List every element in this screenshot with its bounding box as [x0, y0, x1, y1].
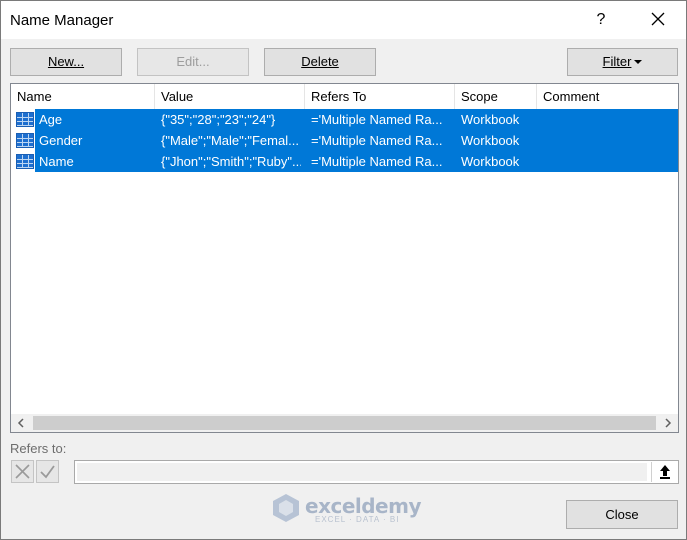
new-button-label: New... [47, 54, 85, 69]
horizontal-scrollbar[interactable] [11, 414, 678, 432]
cell-comment [543, 109, 673, 130]
column-header-scope[interactable]: Scope [455, 84, 537, 109]
cell-comment [543, 151, 673, 172]
exceldemy-logo: exceldemy EXCEL · DATA · BI [271, 492, 422, 526]
caret-down-icon [634, 59, 643, 64]
cell-refers-to: ='Multiple Named Ra... [311, 112, 443, 127]
delete-button[interactable]: Delete [264, 48, 376, 76]
checkmark-icon[interactable] [36, 460, 59, 483]
filter-button-label: Filter [602, 54, 632, 69]
cell-name: Age [39, 112, 63, 127]
cell-comment [543, 130, 673, 151]
list-header: Name Value Refers To Scope Comment [11, 84, 678, 109]
named-range-table-icon [16, 112, 34, 127]
collapse-dialog-icon[interactable] [651, 462, 677, 482]
column-header-comment[interactable]: Comment [537, 84, 678, 109]
cell-name: Gender [39, 133, 83, 148]
close-button[interactable]: Close [566, 500, 678, 529]
named-range-table-icon [16, 133, 34, 148]
edit-button[interactable]: Edit... [137, 48, 249, 76]
name-manager-dialog: Name Manager ? New... Edit... Delete Fil… [0, 0, 687, 540]
help-icon[interactable]: ? [586, 5, 616, 35]
cell-refers-to: ='Multiple Named Ra... [311, 154, 443, 169]
title-bar: Name Manager ? [1, 1, 686, 39]
chevron-left-icon[interactable] [11, 414, 31, 432]
filter-button[interactable]: Filter [567, 48, 678, 76]
refers-to-input[interactable] [77, 463, 647, 481]
refers-to-field[interactable] [74, 460, 679, 484]
column-header-value[interactable]: Value [155, 84, 305, 109]
edit-button-label: Edit... [176, 54, 210, 69]
scrollbar-thumb[interactable] [33, 416, 656, 430]
list-item[interactable]: Age {"35";"28";"23";"24"} ='Multiple Nam… [13, 109, 678, 130]
cell-name: Name [39, 154, 74, 169]
cell-value: {"35";"28";"23";"24"} [161, 112, 276, 127]
refers-to-label: Refers to: [10, 441, 67, 456]
cell-value: {"Male";"Male";"Femal... [161, 133, 299, 148]
logo-tagline: EXCEL · DATA · BI [315, 515, 400, 524]
column-header-name[interactable]: Name [11, 84, 155, 109]
names-list[interactable]: Name Value Refers To Scope Comment Age {… [10, 83, 679, 433]
cell-scope: Workbook [461, 133, 520, 148]
cell-value: {"Jhon";"Smith";"Ruby"... [161, 154, 301, 169]
named-range-table-icon [16, 154, 34, 169]
column-header-refers-to[interactable]: Refers To [305, 84, 455, 109]
logo-mark-icon [273, 494, 299, 522]
cell-scope: Workbook [461, 154, 520, 169]
list-item[interactable]: Gender {"Male";"Male";"Femal... ='Multip… [13, 130, 678, 151]
list-item[interactable]: Name {"Jhon";"Smith";"Ruby"... ='Multipl… [13, 151, 678, 172]
cancel-x-icon[interactable] [11, 460, 34, 483]
close-icon[interactable] [642, 5, 674, 35]
chevron-right-icon[interactable] [658, 414, 678, 432]
cell-refers-to: ='Multiple Named Ra... [311, 133, 443, 148]
delete-button-label: Delete [301, 54, 339, 69]
cell-scope: Workbook [461, 112, 520, 127]
dialog-title: Name Manager [10, 12, 114, 29]
new-button[interactable]: New... [10, 48, 122, 76]
